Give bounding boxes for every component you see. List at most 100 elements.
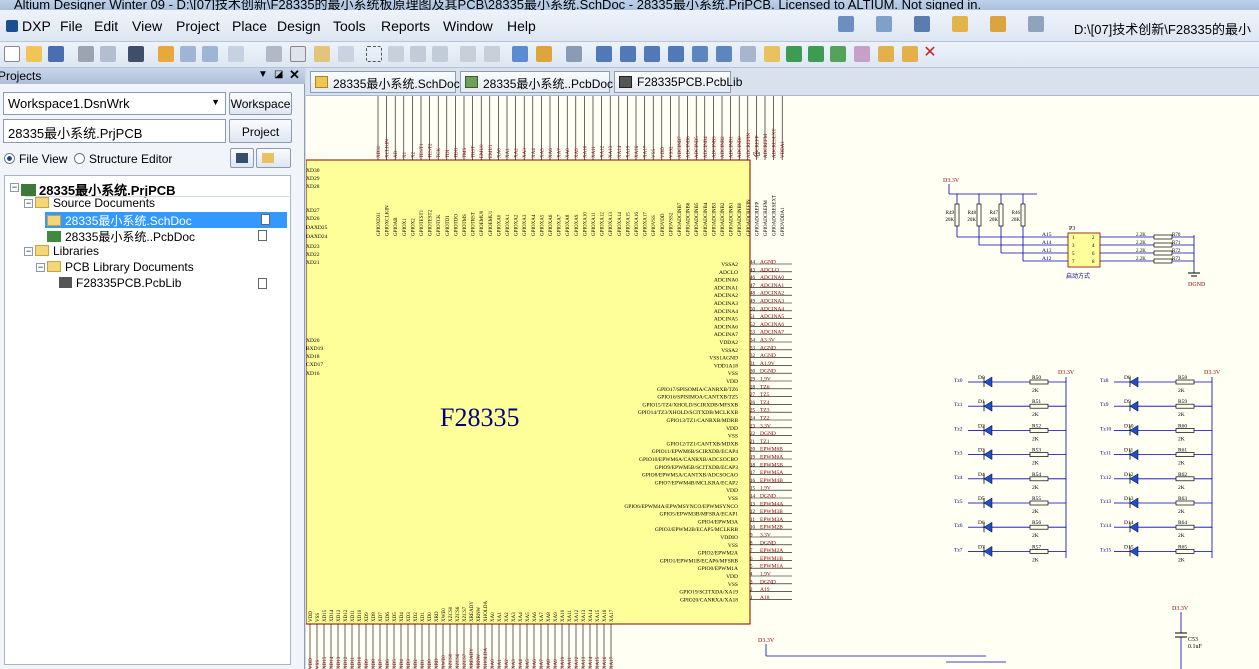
print-preview-icon[interactable] xyxy=(100,46,116,62)
zoom-selected-icon[interactable] xyxy=(202,46,218,62)
place-off-sheet-icon[interactable] xyxy=(902,46,918,62)
tree-source-docs[interactable]: Source Documents xyxy=(35,196,155,210)
select-area-icon[interactable] xyxy=(366,46,382,62)
place-device-sheet-icon[interactable] xyxy=(830,46,846,62)
file-view-radio[interactable] xyxy=(4,153,15,164)
device-sheets-icon[interactable] xyxy=(128,46,144,62)
tree-schdoc[interactable]: 28335最小系统.SchDoc xyxy=(45,212,287,228)
paste-icon[interactable] xyxy=(314,46,330,62)
pin-name: XD6 xyxy=(386,612,391,622)
place-part-icon[interactable] xyxy=(764,46,780,62)
menu-window[interactable]: Window xyxy=(443,18,493,34)
net-label: TDI xyxy=(446,149,451,158)
port-icon[interactable] xyxy=(990,16,1006,32)
collapse-icon[interactable]: − xyxy=(24,199,33,208)
collapse-icon[interactable]: − xyxy=(24,247,33,256)
copy-icon[interactable] xyxy=(290,46,306,62)
resistor-body xyxy=(1153,234,1173,240)
net-label: XA5 xyxy=(526,659,531,669)
menu-file[interactable]: File xyxy=(60,18,83,34)
rubber-stamp-icon[interactable] xyxy=(338,46,354,62)
new-icon[interactable] xyxy=(4,46,20,62)
structure-editor-radio[interactable] xyxy=(74,153,85,164)
menu-project[interactable]: Project xyxy=(176,18,220,34)
print-icon[interactable] xyxy=(78,46,94,62)
browse-library-icon[interactable] xyxy=(566,46,582,62)
move-icon[interactable] xyxy=(388,46,404,62)
grid-icon[interactable] xyxy=(1028,16,1044,32)
menu-help[interactable]: Help xyxy=(507,18,536,34)
net-label: XA9 xyxy=(575,148,580,158)
resistor-value: 2K xyxy=(1032,388,1039,394)
close-icon[interactable]: ✕ xyxy=(289,67,300,83)
hierarchy-icon[interactable] xyxy=(512,46,528,62)
tab-pcbdoc[interactable]: 28335最小系统..PcbDoc xyxy=(460,71,613,93)
zoom-fit-icon[interactable] xyxy=(158,46,174,62)
schematic-canvas[interactable]: U3 F28335 VSSA244AGNDADCLO43ADCLOADCINA0… xyxy=(306,96,1259,669)
open-icon[interactable] xyxy=(26,46,42,62)
place-bus-entry-icon[interactable] xyxy=(644,46,660,62)
cross-probe-icon[interactable] xyxy=(536,46,552,62)
tree-pcb-lib-docs[interactable]: PCB Library Documents xyxy=(47,260,194,274)
menu-place[interactable]: Place xyxy=(232,18,267,34)
menu-design[interactable]: Design xyxy=(277,18,321,34)
add-document-icon[interactable] xyxy=(256,148,291,168)
project-field[interactable]: 28335最小系统.PrjPCB xyxy=(3,119,226,143)
net-label: XA14 xyxy=(589,656,594,669)
tree-pcblib[interactable]: F28335PCB.PcbLib xyxy=(59,276,181,290)
tab-pcblib[interactable]: F28335PCB.PcbLib xyxy=(614,71,742,93)
place-harness-icon[interactable] xyxy=(854,46,870,62)
place-bus-icon[interactable] xyxy=(620,46,636,62)
redo-icon[interactable] xyxy=(484,46,500,62)
undo-icon[interactable] xyxy=(460,46,476,62)
place-sheet-symbol-icon[interactable] xyxy=(786,46,802,62)
workspace-select[interactable]: Workspace1.DsnWrk ▼ xyxy=(3,92,226,115)
header-designator: P3 xyxy=(1069,226,1075,232)
wiring-tools-icon[interactable] xyxy=(838,16,854,32)
pin-name: GPIOADCREFM xyxy=(764,200,769,236)
project-button[interactable]: Project xyxy=(229,119,292,143)
zoom-dropdown-icon[interactable] xyxy=(228,46,244,62)
place-port-icon[interactable] xyxy=(878,46,894,62)
place-wire-icon[interactable] xyxy=(596,46,612,62)
zoom-area-icon[interactable] xyxy=(180,46,196,62)
net-label: XA3 xyxy=(523,148,528,158)
deselect-icon[interactable] xyxy=(410,46,426,62)
ground-icon[interactable] xyxy=(914,16,930,32)
schematic-sheet[interactable]: U3 F28335 VSSA244AGNDADCLO43ADCLOADCINA0… xyxy=(306,96,1259,669)
pin-name: GPIO14/TZ3/XHOLD/SCITXDB/MCLKXB xyxy=(638,410,739,416)
align-tools-icon[interactable] xyxy=(876,16,892,32)
menu-reports[interactable]: Reports xyxy=(381,18,430,34)
place-vcc-icon[interactable] xyxy=(740,46,756,62)
cut-icon[interactable] xyxy=(266,46,282,62)
place-sheet-entry-icon[interactable] xyxy=(808,46,824,62)
part-icon[interactable] xyxy=(952,16,968,32)
collapse-icon[interactable]: − xyxy=(36,263,45,272)
project-options-icon[interactable] xyxy=(230,148,254,168)
place-gnd-icon[interactable] xyxy=(716,46,732,62)
resistor-value: 2K xyxy=(1178,436,1185,442)
dxp-menu[interactable]: DXP xyxy=(6,18,51,34)
place-netlabel-icon[interactable] xyxy=(692,46,708,62)
pin-name: GPIOXA11 xyxy=(592,212,597,236)
menu-tools[interactable]: Tools xyxy=(333,18,366,34)
tree-libraries[interactable]: Libraries xyxy=(35,244,99,258)
collapse-icon[interactable]: − xyxy=(10,183,19,192)
pin-name: GPIOADCINB7 xyxy=(678,202,683,236)
pin-number: 33 xyxy=(750,346,756,351)
panel-menu-icon[interactable]: ▼ xyxy=(258,69,268,80)
save-icon[interactable] xyxy=(48,46,64,62)
menu-view[interactable]: View xyxy=(132,18,162,34)
clear-filter-icon[interactable] xyxy=(432,46,448,62)
place-net-label-icon[interactable] xyxy=(668,46,684,62)
pin-number: 47 xyxy=(750,284,756,289)
pin-icon[interactable]: ◪ xyxy=(274,69,283,80)
no-erc-icon[interactable]: ✕ xyxy=(922,45,938,62)
menu-edit[interactable]: Edit xyxy=(94,18,118,34)
pin-name: GPIOXA1 xyxy=(506,214,511,236)
tab-schdoc[interactable]: 28335最小系统.SchDoc xyxy=(310,71,460,93)
pin-name: GPIO9/EPWM5B/SCITXDB/ECAP3 xyxy=(655,465,739,471)
tree-pcbdoc[interactable]: 28335最小系统..PcbDoc xyxy=(47,228,195,245)
net-label: XA13 xyxy=(582,656,587,669)
workspace-button[interactable]: Workspace xyxy=(229,92,292,115)
